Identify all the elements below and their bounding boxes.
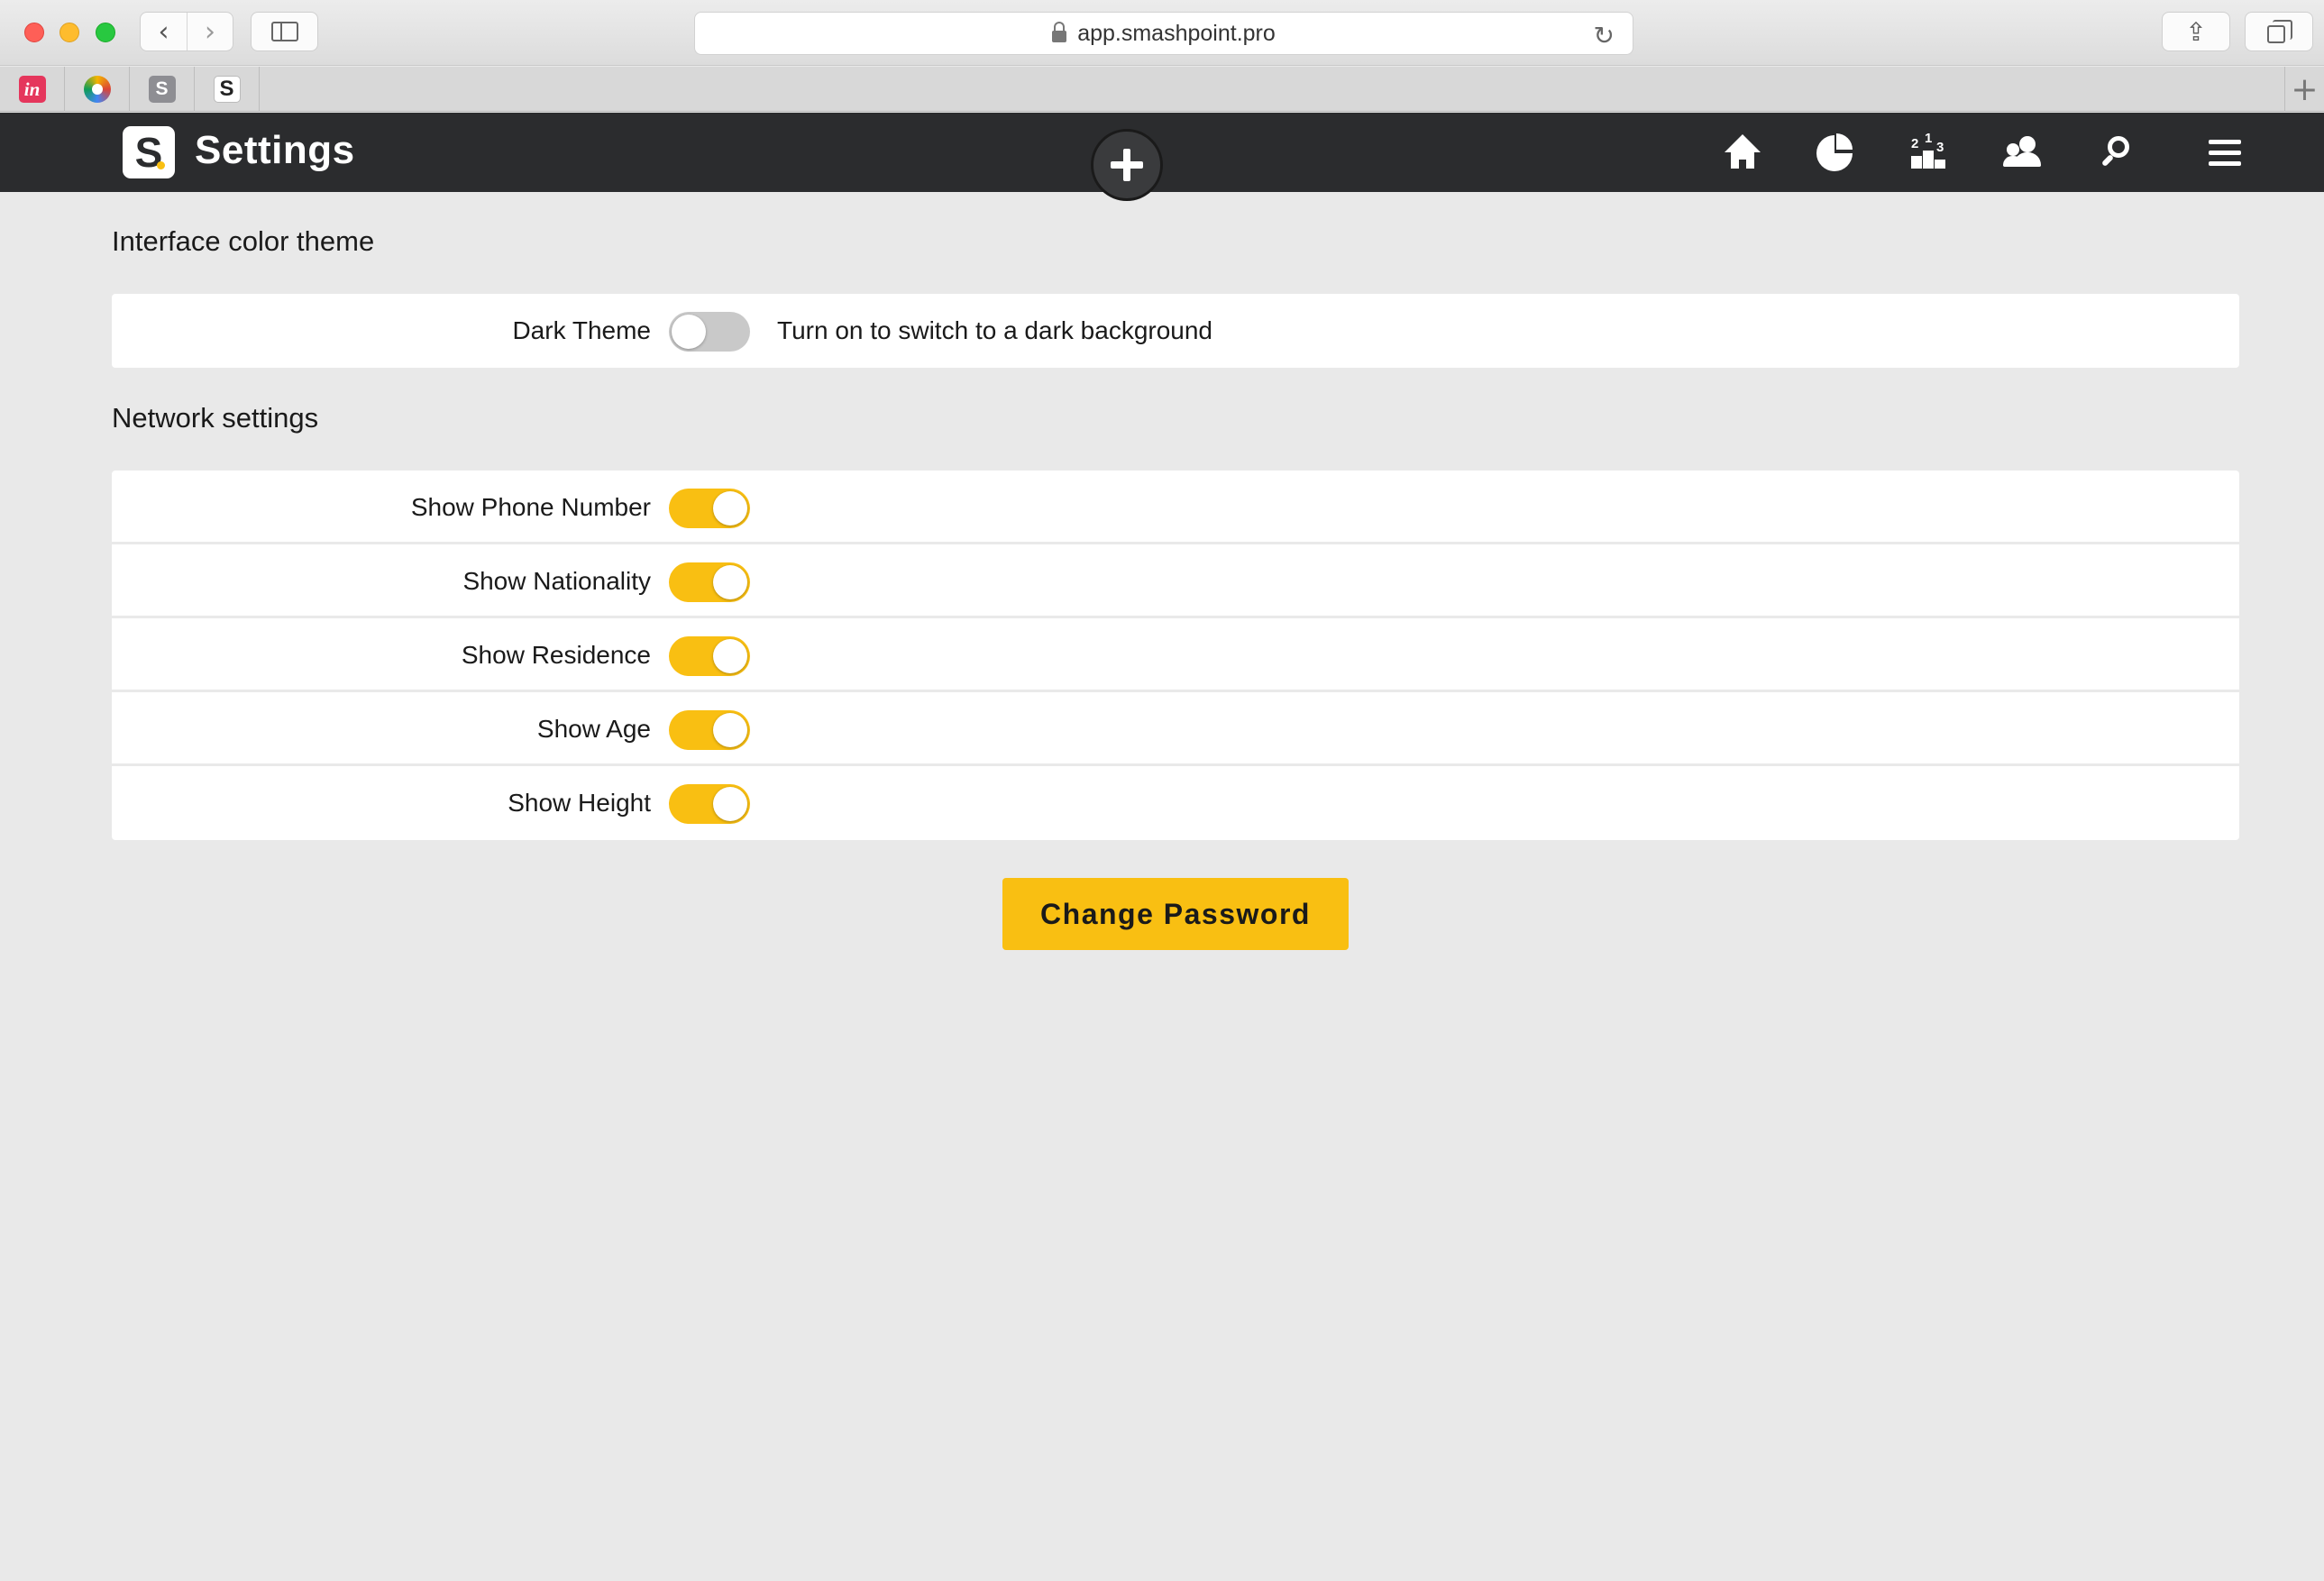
chevron-right-icon: › xyxy=(204,15,215,48)
setting-label: Show Height xyxy=(508,789,651,817)
favorite-s-gray[interactable]: S xyxy=(130,67,195,112)
tabs-overview-icon xyxy=(2267,20,2292,43)
setting-label: Dark Theme xyxy=(512,316,651,344)
sidebar-icon xyxy=(270,22,298,41)
show-height-toggle[interactable] xyxy=(669,784,750,824)
logo-letter: S xyxy=(134,129,163,176)
change-password-button[interactable]: Change Password xyxy=(1002,878,1349,950)
chevron-left-icon: ‹ xyxy=(158,15,169,48)
dark-theme-toggle[interactable] xyxy=(669,312,750,352)
forward-button[interactable]: › xyxy=(186,13,233,50)
logo-dot-icon xyxy=(157,161,165,169)
smashpoint-favicon-icon: S xyxy=(213,76,241,103)
color-wheel-icon xyxy=(83,76,111,103)
plus-icon: + xyxy=(2291,70,2319,108)
invision-icon: in xyxy=(18,76,46,103)
setting-row-residence: Show Residence xyxy=(112,618,2239,692)
network-section-title: Network settings xyxy=(112,402,319,434)
show-nationality-toggle[interactable] xyxy=(669,562,750,602)
setting-row-dark-theme: Dark Theme Turn on to switch to a dark b… xyxy=(112,294,2239,368)
network-settings-card: Show Phone Number Show Nationality Show … xyxy=(112,471,2239,840)
favorite-colors[interactable] xyxy=(65,67,130,112)
app-header: S Settings 1 2 3 xyxy=(0,113,2324,201)
new-tab-button[interactable]: + xyxy=(2284,67,2324,112)
page-title: Settings xyxy=(195,128,355,172)
browser-toolbar: ‹ › app.smashpoint.pro ↻ ⇪ xyxy=(0,0,2324,66)
add-button[interactable] xyxy=(1091,129,1163,201)
setting-description: Turn on to switch to a dark background xyxy=(777,316,1212,344)
setting-row-age: Show Age xyxy=(112,692,2239,766)
s-gray-icon: S xyxy=(148,76,176,103)
setting-row-phone-number: Show Phone Number xyxy=(112,471,2239,544)
setting-label: Show Residence xyxy=(461,641,651,669)
favorite-smashpoint[interactable]: S xyxy=(195,67,260,112)
home-icon[interactable] xyxy=(1720,131,1765,176)
setting-label: Show Nationality xyxy=(462,567,651,595)
interface-settings-card: Dark Theme Turn on to switch to a dark b… xyxy=(112,294,2239,368)
people-icon[interactable] xyxy=(1999,131,2045,176)
setting-row-nationality: Show Nationality xyxy=(112,544,2239,618)
history-nav: ‹ › xyxy=(140,12,233,51)
app-logo[interactable]: S xyxy=(123,126,175,178)
show-residence-toggle[interactable] xyxy=(669,636,750,676)
ranking-icon[interactable]: 1 2 3 xyxy=(1906,131,1951,176)
favorites-bar: in S S + xyxy=(0,67,2324,112)
plus-icon xyxy=(1111,149,1143,181)
setting-label: Show Age xyxy=(536,715,651,743)
reload-icon[interactable]: ↻ xyxy=(1594,21,1615,50)
url-text: app.smashpoint.pro xyxy=(1077,20,1276,46)
favorite-invision[interactable]: in xyxy=(0,67,65,112)
menu-icon[interactable] xyxy=(2201,131,2246,176)
lock-icon xyxy=(1052,21,1067,42)
setting-row-height: Show Height xyxy=(112,766,2239,840)
close-window-button[interactable] xyxy=(24,23,44,42)
share-button[interactable]: ⇪ xyxy=(2162,12,2230,51)
stats-icon[interactable] xyxy=(1812,131,1857,176)
interface-section-title: Interface color theme xyxy=(112,225,375,257)
show-age-toggle[interactable] xyxy=(669,710,750,750)
show-tabs-button[interactable] xyxy=(2245,12,2313,51)
share-icon: ⇪ xyxy=(2185,16,2207,47)
search-icon[interactable] xyxy=(2093,131,2138,176)
setting-label: Show Phone Number xyxy=(410,493,651,521)
address-bar[interactable]: app.smashpoint.pro ↻ xyxy=(694,12,1633,55)
back-button[interactable]: ‹ xyxy=(141,13,187,50)
show-phone-number-toggle[interactable] xyxy=(669,489,750,528)
minimize-window-button[interactable] xyxy=(59,23,79,42)
sidebar-toggle-button[interactable] xyxy=(251,12,318,51)
zoom-window-button[interactable] xyxy=(96,23,115,42)
